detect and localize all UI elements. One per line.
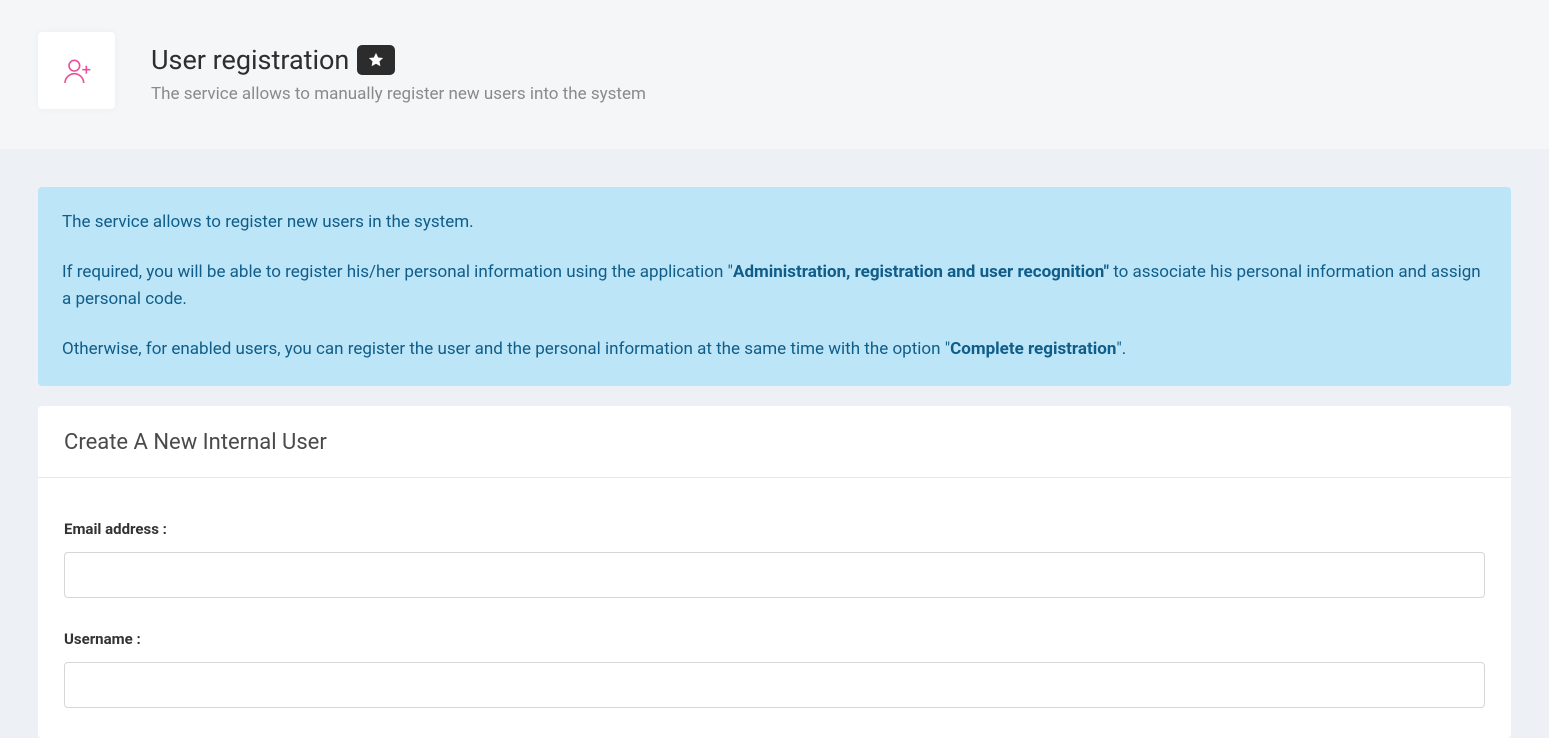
info-paragraph-3: Otherwise, for enabled users, you can re…	[62, 336, 1487, 362]
form-card-header: Create A New Internal User	[38, 406, 1511, 478]
page-subtitle: The service allows to manually register …	[151, 84, 646, 104]
email-label: Email address :	[64, 520, 1485, 538]
page-icon-box	[38, 32, 115, 109]
star-icon	[367, 51, 385, 69]
username-group: Username :	[64, 630, 1485, 708]
user-plus-icon	[61, 55, 93, 87]
info-p2-pre: If required, you will be able to registe…	[62, 262, 733, 282]
form-card-title: Create A New Internal User	[64, 430, 1485, 455]
info-p3-pre: Otherwise, for enabled users, you can re…	[62, 339, 950, 359]
page-header: User registration The service allows to …	[0, 0, 1549, 149]
info-paragraph-2: If required, you will be able to registe…	[62, 259, 1487, 312]
create-user-card: Create A New Internal User Email address…	[38, 406, 1511, 738]
form-body: Email address : Username :	[38, 478, 1511, 738]
content-area: The service allows to register new users…	[0, 149, 1549, 738]
info-p3-bold: Complete registration	[950, 339, 1116, 359]
username-label: Username :	[64, 630, 1485, 648]
email-field[interactable]	[64, 552, 1485, 598]
username-field[interactable]	[64, 662, 1485, 708]
title-row: User registration	[151, 44, 646, 76]
page-title: User registration	[151, 44, 349, 76]
info-alert: The service allows to register new users…	[38, 187, 1511, 386]
email-group: Email address :	[64, 520, 1485, 598]
header-text-block: User registration The service allows to …	[151, 32, 646, 104]
info-p2-bold: Administration, registration and user re…	[733, 262, 1109, 282]
favorite-button[interactable]	[357, 45, 395, 75]
info-p3-post: ".	[1116, 339, 1126, 359]
info-paragraph-1: The service allows to register new users…	[62, 209, 1487, 235]
